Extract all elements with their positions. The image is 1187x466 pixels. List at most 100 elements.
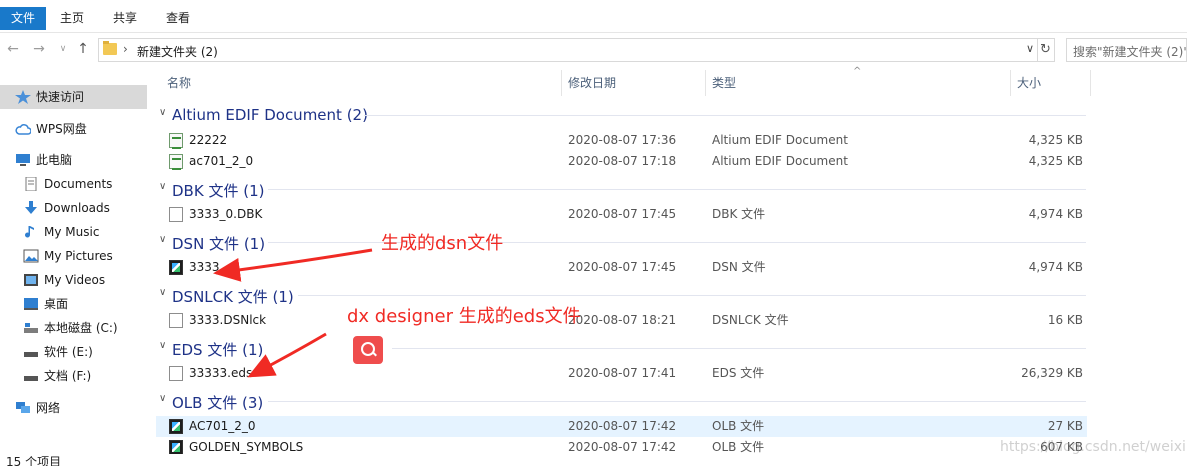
column-header-name[interactable]: 名称 — [167, 70, 191, 96]
sort-ascending-icon: ^ — [853, 66, 862, 77]
file-size: 16 KB — [1047, 313, 1083, 327]
edif-file-icon — [169, 154, 183, 170]
group-header[interactable]: ∨ OLB 文件 (3) — [156, 390, 1086, 412]
sidebar-item-label: My Pictures — [44, 249, 113, 263]
file-size: 4,325 KB — [1028, 133, 1083, 147]
recent-chevron-down-icon[interactable]: ∨ — [54, 40, 72, 58]
sidebar-item-quick-access[interactable]: 快速访问 — [0, 85, 147, 109]
sidebar-item-my-pictures[interactable]: My Pictures — [0, 244, 147, 268]
sidebar-item-drive-e[interactable]: 软件 (E:) — [0, 340, 147, 364]
navigation-bar: ← → ∨ ↑ › 新建文件夹 (2) ∨ ↻ 搜索"新建文件夹 (2)" — [0, 36, 1187, 64]
drive-icon — [24, 323, 38, 333]
group-header[interactable]: ∨ DBK 文件 (1) — [156, 178, 1086, 200]
group-collapse-chevron-icon[interactable]: ∨ — [159, 107, 166, 118]
column-divider[interactable] — [1090, 70, 1091, 96]
file-type: OLB 文件 — [712, 419, 765, 433]
file-row[interactable]: AC701_2_0 2020-08-07 17:42 OLB 文件 27 KB — [156, 416, 1087, 437]
column-divider[interactable] — [1010, 70, 1011, 96]
tab-share[interactable]: 共享 — [103, 7, 147, 30]
group-collapse-chevron-icon[interactable]: ∨ — [159, 234, 166, 245]
network-icon — [16, 402, 30, 413]
group-title: Altium EDIF Document (2) — [172, 106, 368, 124]
download-arrow-icon — [25, 201, 37, 214]
up-arrow-icon[interactable]: ↑ — [74, 40, 92, 58]
sidebar-item-label: Downloads — [44, 201, 110, 215]
blank-file-icon — [169, 366, 183, 381]
tab-file[interactable]: 文件 — [0, 7, 46, 30]
file-row[interactable]: 3333_0.DBK 2020-08-07 17:45 DBK 文件 4,974… — [156, 204, 1087, 225]
file-date: 2020-08-07 18:21 — [568, 313, 677, 327]
magnifier-badge-icon[interactable] — [353, 336, 383, 364]
sidebar-item-label: 文档 (F:) — [44, 369, 92, 383]
file-row[interactable]: 33333.eds 2020-08-07 17:41 EDS 文件 26,329… — [156, 363, 1087, 384]
file-row[interactable]: 3333 2020-08-07 17:45 DSN 文件 4,974 KB — [156, 257, 1087, 278]
file-name: 3333 — [189, 260, 220, 274]
group-collapse-chevron-icon[interactable]: ∨ — [159, 393, 166, 404]
file-date: 2020-08-07 17:45 — [568, 260, 677, 274]
sidebar-item-network[interactable]: 网络 — [0, 396, 147, 420]
sidebar-item-documents[interactable]: Documents — [0, 172, 147, 196]
file-date: 2020-08-07 17:36 — [568, 133, 677, 147]
schematic-file-icon — [169, 260, 183, 275]
sidebar-item-label: 桌面 — [44, 297, 69, 311]
forward-arrow-icon[interactable]: → — [30, 40, 48, 58]
file-date: 2020-08-07 17:42 — [568, 440, 677, 454]
column-divider[interactable] — [561, 70, 562, 96]
search-input[interactable]: 搜索"新建文件夹 (2)" — [1066, 38, 1187, 62]
tab-view[interactable]: 查看 — [156, 7, 200, 30]
sidebar-item-downloads[interactable]: Downloads — [0, 196, 147, 220]
column-divider[interactable] — [705, 70, 706, 96]
pictures-icon — [23, 249, 39, 263]
group-divider — [268, 401, 1086, 402]
file-row[interactable]: 22222 2020-08-07 17:36 Altium EDIF Docum… — [156, 130, 1087, 151]
tab-home[interactable]: 主页 — [50, 7, 94, 30]
edif-file-icon — [169, 133, 183, 149]
column-header-type[interactable]: 类型 — [712, 70, 736, 96]
desktop-icon — [24, 298, 38, 310]
annotation-eds-note: dx designer 生成的eds文件 — [347, 306, 581, 327]
address-bar[interactable]: › 新建文件夹 (2) ∨ — [98, 38, 1038, 62]
sidebar-item-drive-c[interactable]: 本地磁盘 (C:) — [0, 316, 147, 340]
navigation-pane: 快速访问 WPS网盘 此电脑 Documents Downloads My Mu… — [0, 70, 150, 466]
column-header-size[interactable]: 大小 — [1017, 70, 1041, 96]
file-date: 2020-08-07 17:45 — [568, 207, 677, 221]
file-size: 27 KB — [1047, 419, 1083, 433]
refresh-icon[interactable]: ↻ — [1037, 38, 1055, 62]
sidebar-item-my-videos[interactable]: My Videos — [0, 268, 147, 292]
breadcrumb-current-folder[interactable]: 新建文件夹 (2) — [137, 43, 218, 60]
file-name: GOLDEN_SYMBOLS — [189, 440, 304, 454]
sidebar-item-label: 快速访问 — [36, 90, 85, 104]
sidebar-item-desktop[interactable]: 桌面 — [0, 292, 147, 316]
blank-file-icon — [169, 313, 183, 328]
sidebar-item-this-pc[interactable]: 此电脑 — [0, 148, 147, 172]
group-collapse-chevron-icon[interactable]: ∨ — [159, 287, 166, 298]
file-row[interactable]: ac701_2_0 2020-08-07 17:18 Altium EDIF D… — [156, 151, 1087, 172]
file-name: 3333.DSNlck — [189, 313, 267, 327]
group-header[interactable]: ∨ EDS 文件 (1) — [156, 337, 1086, 359]
group-header[interactable]: ∨ Altium EDIF Document (2) — [156, 104, 1086, 126]
file-name: ac701_2_0 — [189, 154, 254, 168]
sidebar-item-drive-f[interactable]: 文档 (F:) — [0, 364, 147, 388]
group-divider — [298, 295, 1086, 296]
group-header[interactable]: ∨ DSN 文件 (1) — [156, 231, 1086, 253]
sidebar-item-label: WPS网盘 — [36, 122, 87, 136]
file-size: 26,329 KB — [1021, 366, 1083, 380]
file-row[interactable]: GOLDEN_SYMBOLS 2020-08-07 17:42 OLB 文件 6… — [156, 437, 1087, 454]
column-header-date[interactable]: 修改日期 — [568, 70, 616, 96]
group-header[interactable]: ∨ DSNLCK 文件 (1) — [156, 284, 1086, 306]
address-dropdown-chevron-icon[interactable]: ∨ — [1026, 42, 1034, 55]
group-title: OLB 文件 (3) — [172, 394, 264, 412]
group-collapse-chevron-icon[interactable]: ∨ — [159, 340, 166, 351]
status-item-count: 15 个项目 — [6, 455, 62, 466]
file-type: Altium EDIF Document — [712, 133, 848, 147]
file-row[interactable]: 3333.DSNlck 2020-08-07 18:21 DSNLCK 文件 1… — [156, 310, 1087, 331]
sidebar-item-wps-cloud[interactable]: WPS网盘 — [0, 117, 147, 141]
sidebar-item-label: Documents — [44, 177, 113, 191]
sidebar-item-label: My Music — [44, 225, 100, 239]
back-arrow-icon[interactable]: ← — [4, 40, 22, 58]
group-collapse-chevron-icon[interactable]: ∨ — [159, 181, 166, 192]
sidebar-item-label: 软件 (E:) — [44, 345, 93, 359]
annotation-dsn-note: 生成的dsn文件 — [381, 233, 504, 254]
sidebar-item-my-music[interactable]: My Music — [0, 220, 147, 244]
file-type: OLB 文件 — [712, 440, 765, 454]
